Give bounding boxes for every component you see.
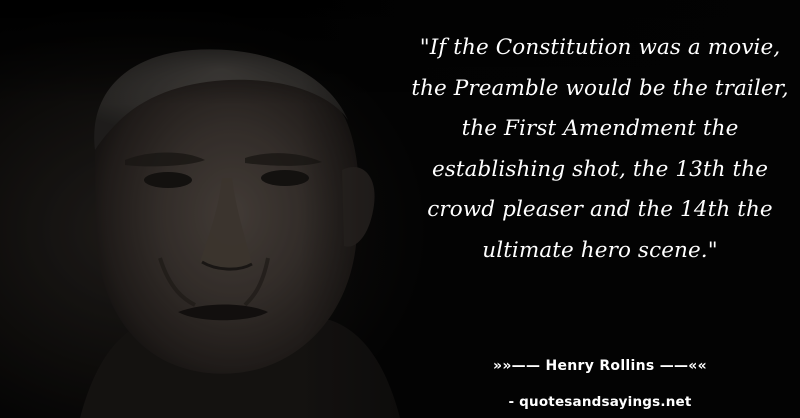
quote-card: "If the Constitution was a movie, the Pr… (0, 0, 800, 418)
source-attribution: - quotesandsayings.net (508, 394, 692, 410)
quote-panel: "If the Constitution was a movie, the Pr… (410, 28, 790, 271)
quote-text: "If the Constitution was a movie, the Pr… (411, 35, 789, 263)
quote-author: »»—— Henry Rollins ——«« (492, 358, 707, 374)
